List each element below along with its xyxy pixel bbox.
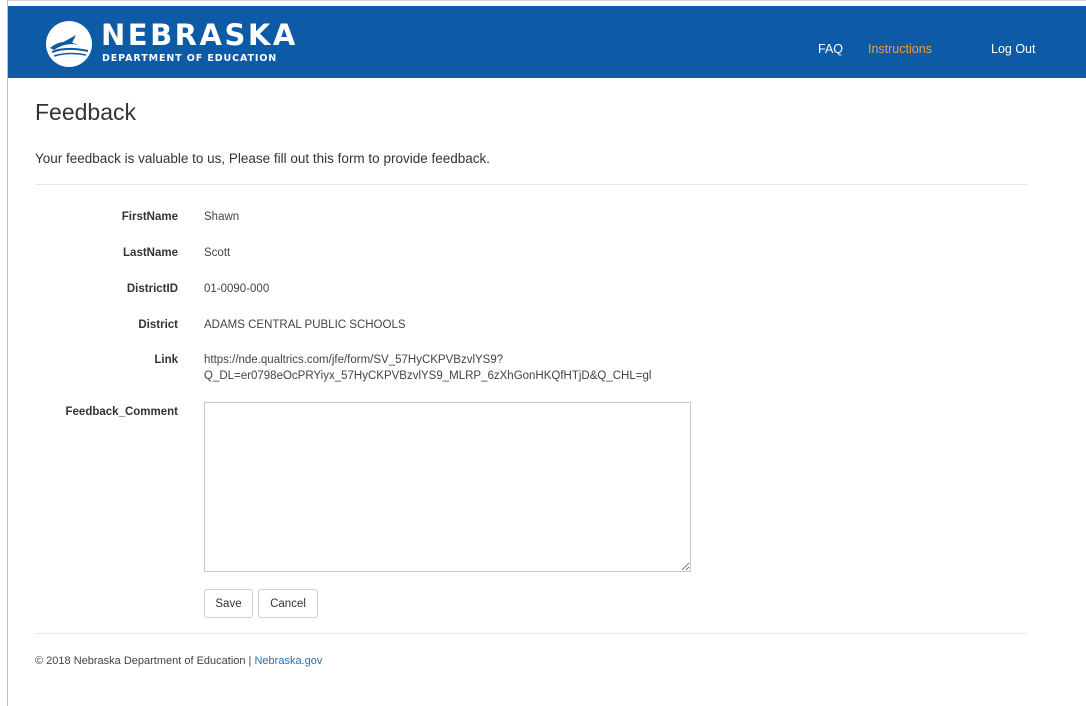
nav-logout-link[interactable]: Log Out <box>991 42 1035 56</box>
link-value: https://nde.qualtrics.com/jfe/form/SV_57… <box>204 352 651 384</box>
cancel-button[interactable]: Cancel <box>258 589 318 618</box>
nebraska-seal-icon <box>46 21 92 67</box>
nav-faq-link[interactable]: FAQ <box>818 42 843 56</box>
link-value-line2: Q_DL=er0798eOcPRYiyx_57HyCKPVBzvlYS9_MLR… <box>204 370 652 382</box>
nav-instructions-link[interactable]: Instructions <box>868 42 932 56</box>
district-value: ADAMS CENTRAL PUBLIC SCHOOLS <box>204 319 406 331</box>
link-value-line1: https://nde.qualtrics.com/jfe/form/SV_57… <box>204 354 504 366</box>
feedback-comment-textarea[interactable] <box>204 402 691 572</box>
page-title: Feedback <box>35 99 137 125</box>
last-name-value: Scott <box>204 247 231 259</box>
divider <box>35 184 1027 185</box>
feedback-comment-label: Feedback_Comment <box>65 406 178 418</box>
footer: © 2018 Nebraska Department of Education … <box>35 654 322 668</box>
save-button[interactable]: Save <box>204 589 253 618</box>
district-id-value: 01-0090-000 <box>204 283 270 295</box>
logo-subtitle: DEPARTMENT OF EDUCATION <box>102 53 278 64</box>
district-label: District <box>138 319 178 331</box>
first-name-label: FirstName <box>121 211 178 223</box>
last-name-label: LastName <box>123 247 178 259</box>
first-name-value: Shawn <box>204 211 240 223</box>
nebraska-gov-link[interactable]: Nebraska.gov <box>254 655 322 667</box>
link-label: Link <box>154 354 178 366</box>
district-id-label: DistrictID <box>126 283 178 295</box>
footer-copyright: © 2018 Nebraska Department of Education … <box>35 655 255 667</box>
intro-text: Your feedback is valuable to us, Please … <box>35 151 491 166</box>
top-navbar: NEBRASKA DEPARTMENT OF EDUCATION FAQ Ins… <box>8 6 1086 78</box>
nde-logo[interactable]: NEBRASKA DEPARTMENT OF EDUCATION <box>46 18 306 67</box>
logo-title: NEBRASKA <box>101 18 298 52</box>
footer-divider <box>35 633 1027 634</box>
